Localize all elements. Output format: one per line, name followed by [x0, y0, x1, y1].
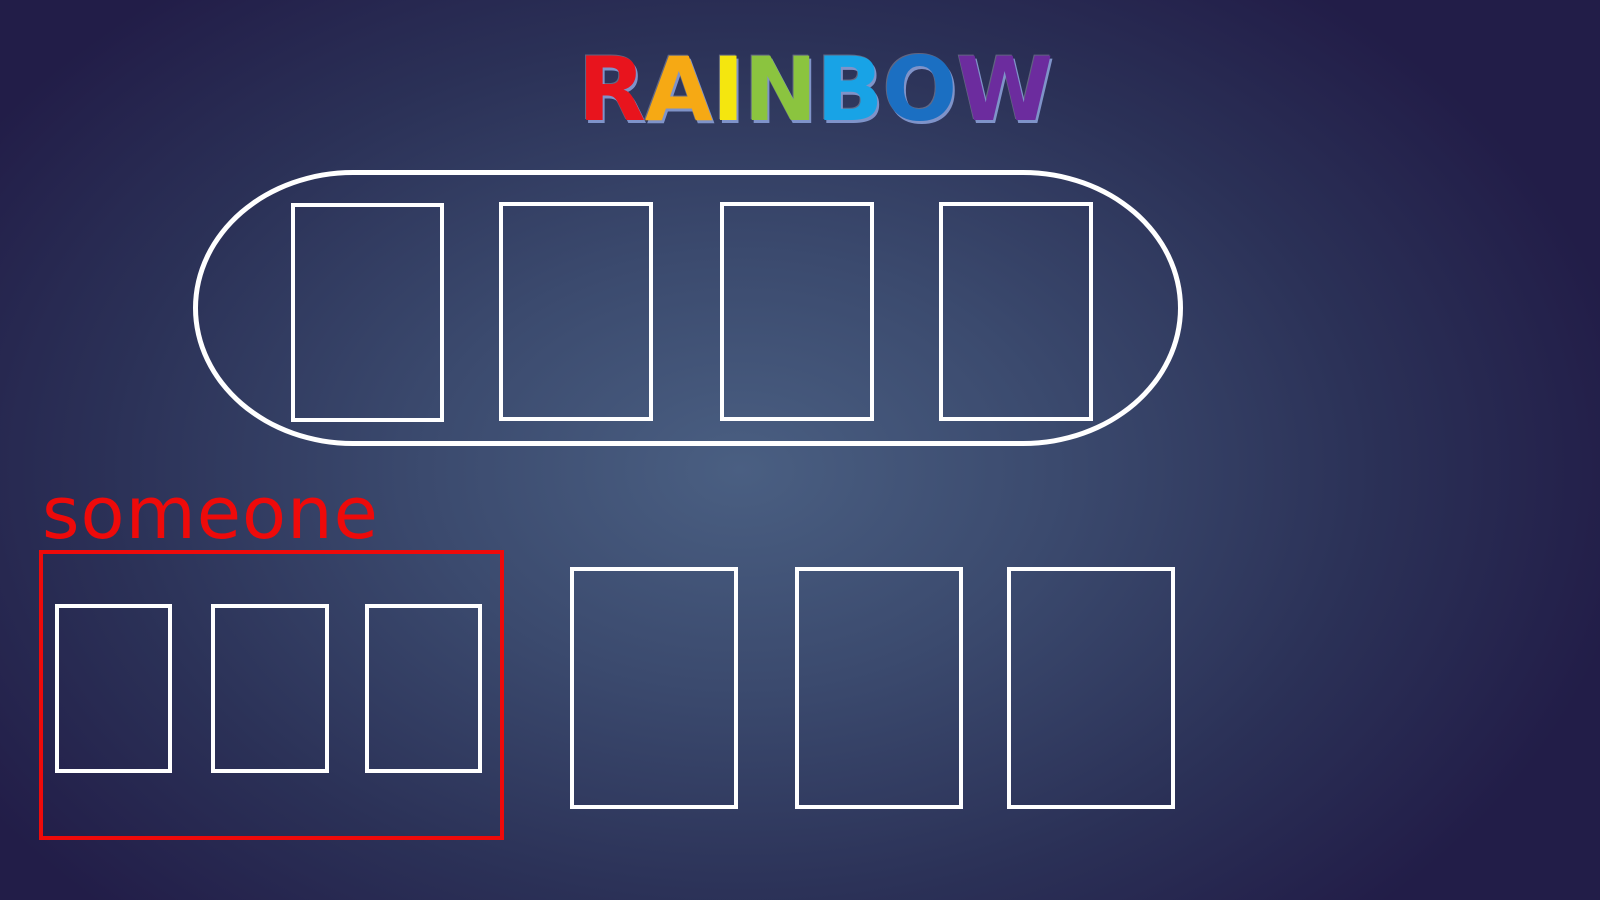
title-letter: W	[956, 38, 1053, 141]
hand-card-1[interactable]	[55, 604, 172, 773]
table-card-slot-4[interactable]	[939, 202, 1093, 421]
deck-pile-3[interactable]	[1007, 567, 1175, 809]
title-letter: O	[882, 38, 957, 141]
table-card-slot-1[interactable]	[291, 203, 444, 422]
table-card-slot-3[interactable]	[720, 202, 874, 421]
table-card-slot-2[interactable]	[499, 202, 653, 421]
title-letter: N	[743, 38, 818, 141]
title-letter: I	[711, 38, 745, 141]
hand-card-3[interactable]	[365, 604, 482, 773]
title-letter: A	[644, 38, 713, 141]
title-letter: B	[816, 38, 883, 141]
player-name-label: someone	[42, 471, 379, 555]
title-letter: R	[578, 38, 646, 141]
deck-pile-1[interactable]	[570, 567, 738, 809]
game-title: RAINBOW	[578, 38, 1053, 141]
hand-card-2[interactable]	[211, 604, 329, 773]
deck-pile-2[interactable]	[795, 567, 963, 809]
